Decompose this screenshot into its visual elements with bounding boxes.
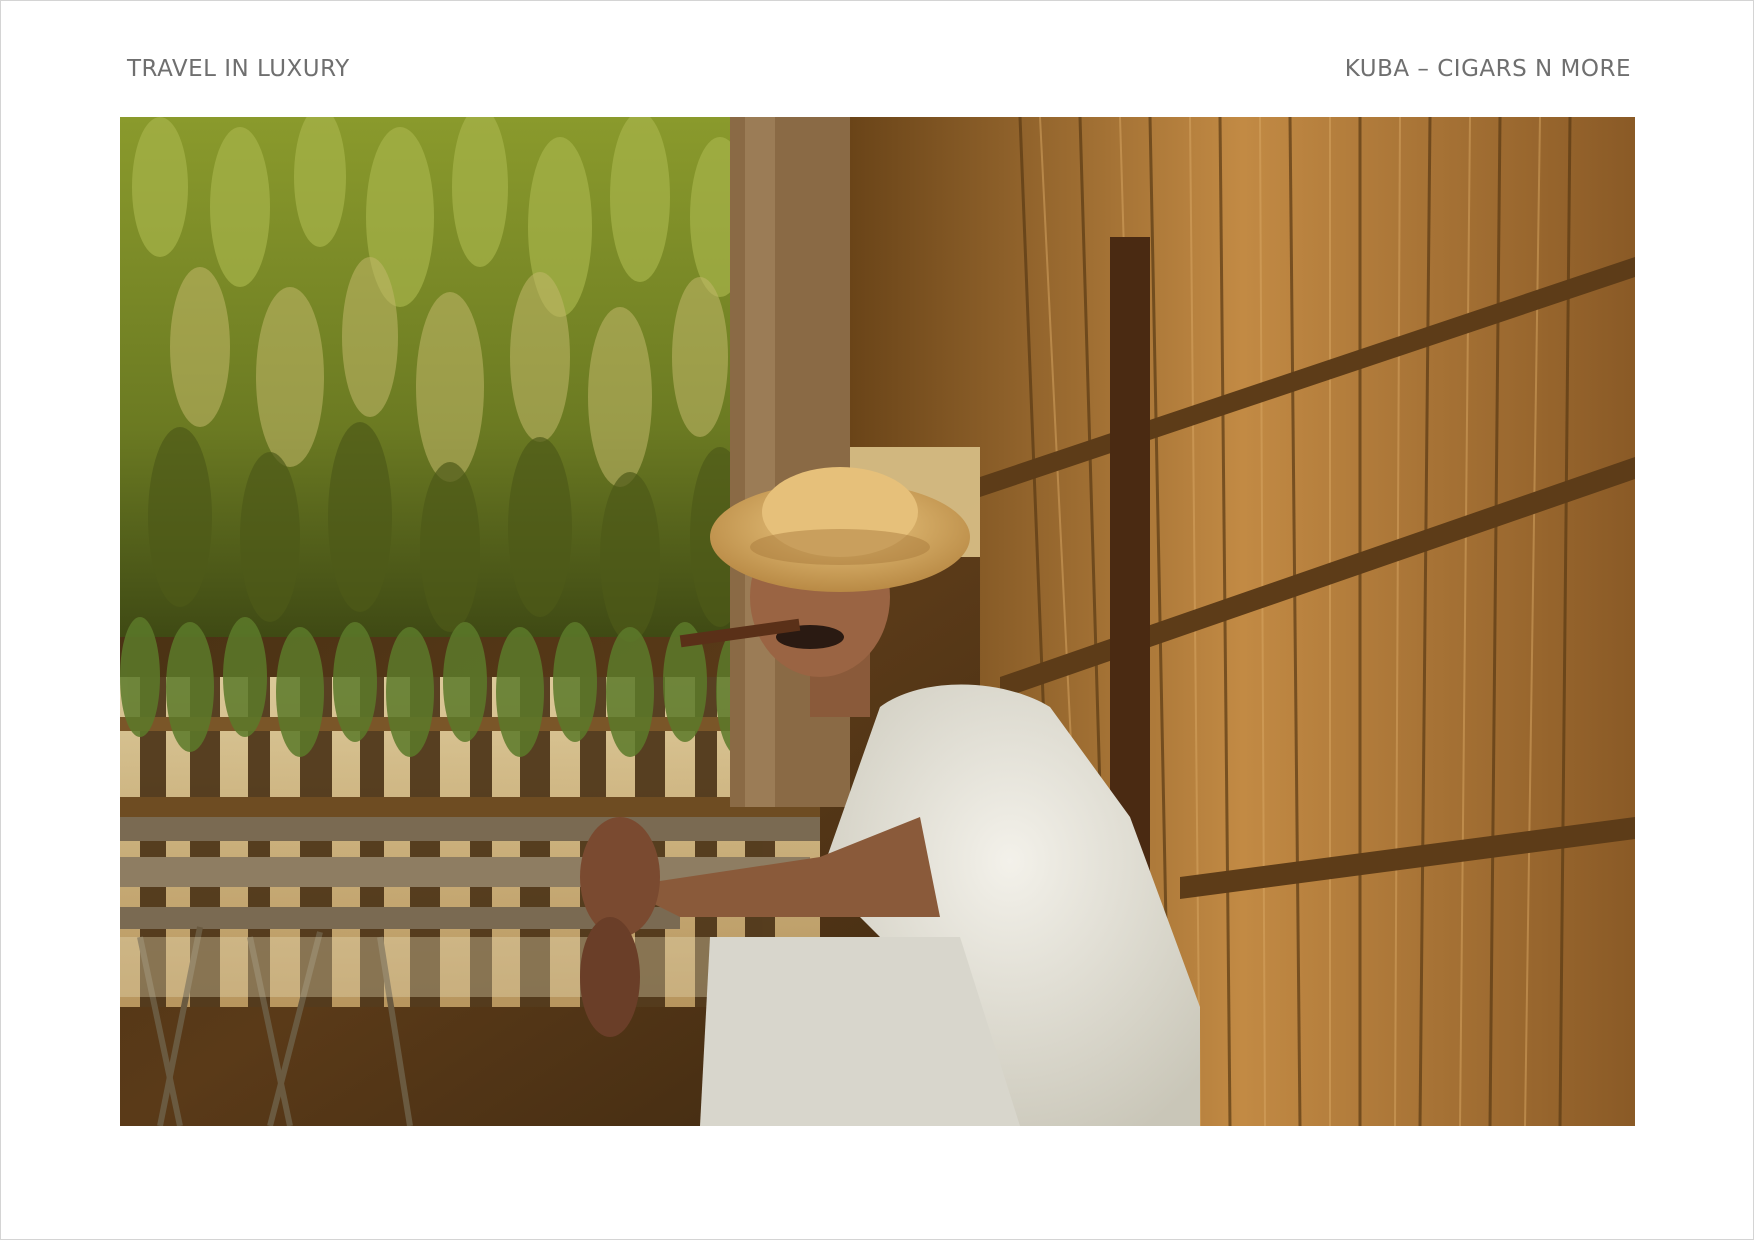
header-left-title: TRAVEL IN LUXURY [127,56,350,82]
header-right-title: KUBA – CIGARS N MORE [1344,56,1631,82]
photo-illustration [120,117,1635,1126]
tobacco-barn-photo [120,117,1635,1126]
page: TRAVEL IN LUXURY KUBA – CIGARS N MORE [0,0,1754,1240]
